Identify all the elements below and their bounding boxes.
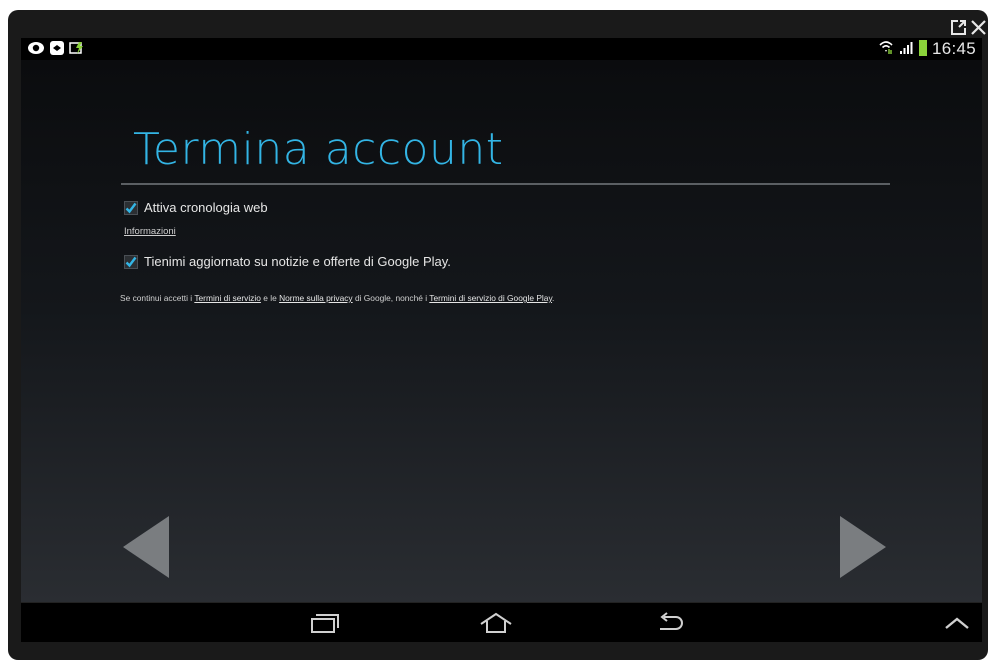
google-play-news-label: Tienimi aggiornato su notizie e offerte … <box>144 254 451 269</box>
title-divider <box>121 183 890 185</box>
wifi-icon <box>878 39 894 60</box>
arrow-right-icon[interactable] <box>840 516 886 583</box>
info-link[interactable]: Informazioni <box>124 226 176 237</box>
web-history-label: Attiva cronologia web <box>144 200 268 215</box>
terms-text: Se continui accetti i Termini di servizi… <box>120 293 554 303</box>
chevron-up-icon[interactable] <box>927 609 982 637</box>
arrow-left-icon[interactable] <box>123 516 169 583</box>
home-icon[interactable] <box>466 609 526 637</box>
terms-prefix: Se continui accetti i <box>120 293 195 303</box>
battery-icon <box>918 38 928 61</box>
terms-suffix: . <box>552 293 555 303</box>
recent-apps-icon[interactable] <box>295 609 355 637</box>
remote-icon <box>49 40 65 61</box>
terms-connector: e le <box>260 293 280 303</box>
close-icon[interactable] <box>968 16 988 38</box>
signal-icon <box>898 39 914 60</box>
checkbox-checked-icon[interactable] <box>124 200 138 215</box>
status-clock: 16:45 <box>931 39 976 58</box>
google-play-news-option[interactable]: Tienimi aggiornato su notizie e offerte … <box>124 254 451 269</box>
privacy-policy-link[interactable]: Norme sulla privacy <box>279 293 353 303</box>
eye-icon <box>27 40 45 61</box>
back-icon[interactable] <box>641 609 701 637</box>
navigation-bar <box>21 602 982 642</box>
checkbox-checked-icon[interactable] <box>124 254 138 269</box>
terms-of-service-link[interactable]: Termini di servizio <box>194 293 261 303</box>
status-bar: 16:45 <box>21 38 982 60</box>
popout-icon[interactable] <box>948 16 968 38</box>
terms-connector: di Google, nonché i <box>352 293 430 303</box>
tablet-screen: 16:45 Termina account Attiva cronologia … <box>21 38 982 642</box>
battery-charge-icon <box>69 40 85 61</box>
google-play-terms-link[interactable]: Termini di servizio di Google Play <box>429 293 552 303</box>
web-history-option[interactable]: Attiva cronologia web <box>124 200 268 215</box>
page-title: Termina account <box>133 124 504 175</box>
